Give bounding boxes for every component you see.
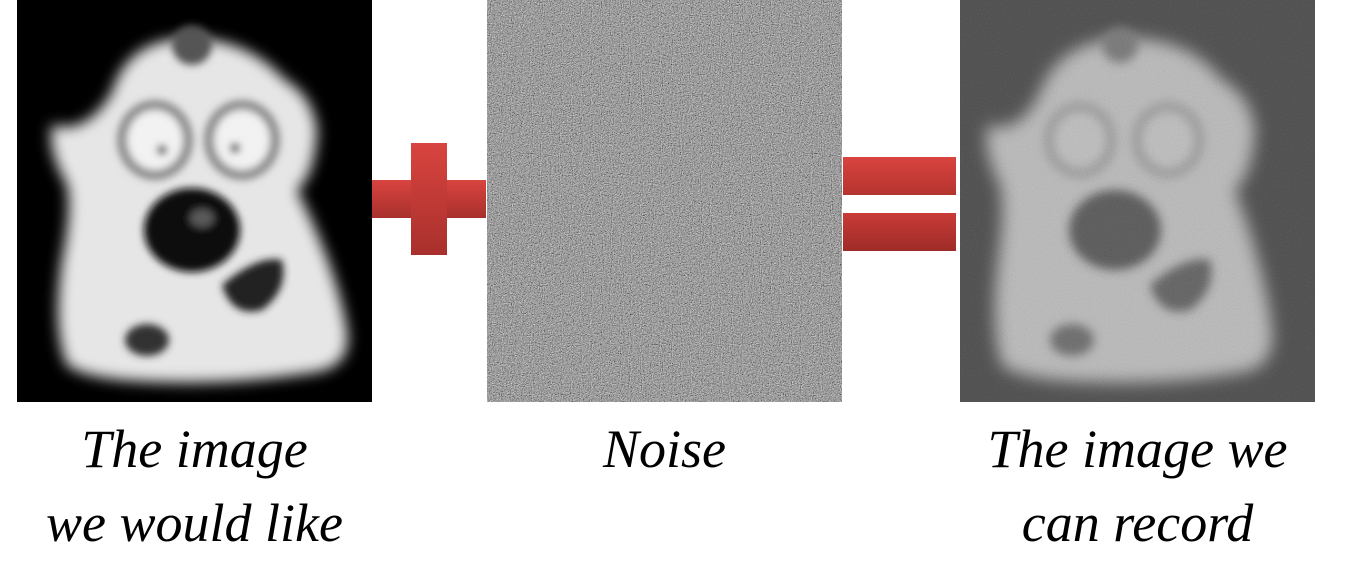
- clean-caption-line-1: The image: [81, 419, 308, 479]
- clean-image-panel: [17, 0, 372, 402]
- noisy-caption-line-2: can record: [1021, 493, 1254, 553]
- noisy-ghost-image: [960, 0, 1315, 402]
- noise-caption: Noise: [487, 412, 842, 486]
- clean-image-caption: The image we would like: [17, 412, 372, 560]
- equals-sign-top-bar: [843, 157, 956, 195]
- noise-panel: [487, 0, 842, 402]
- noise-caption-text: Noise: [602, 419, 726, 479]
- equals-sign-bottom-bar: [843, 213, 956, 251]
- plus-sign-vertical-bar: [411, 143, 447, 255]
- noisy-caption-line-1: The image we: [987, 419, 1288, 479]
- noisy-image-caption: The image we can record: [950, 412, 1325, 560]
- clean-caption-line-2: we would like: [46, 493, 343, 553]
- clean-ghost-image: [17, 0, 372, 402]
- noise-image: [487, 0, 842, 402]
- noisy-image-panel: [960, 0, 1315, 402]
